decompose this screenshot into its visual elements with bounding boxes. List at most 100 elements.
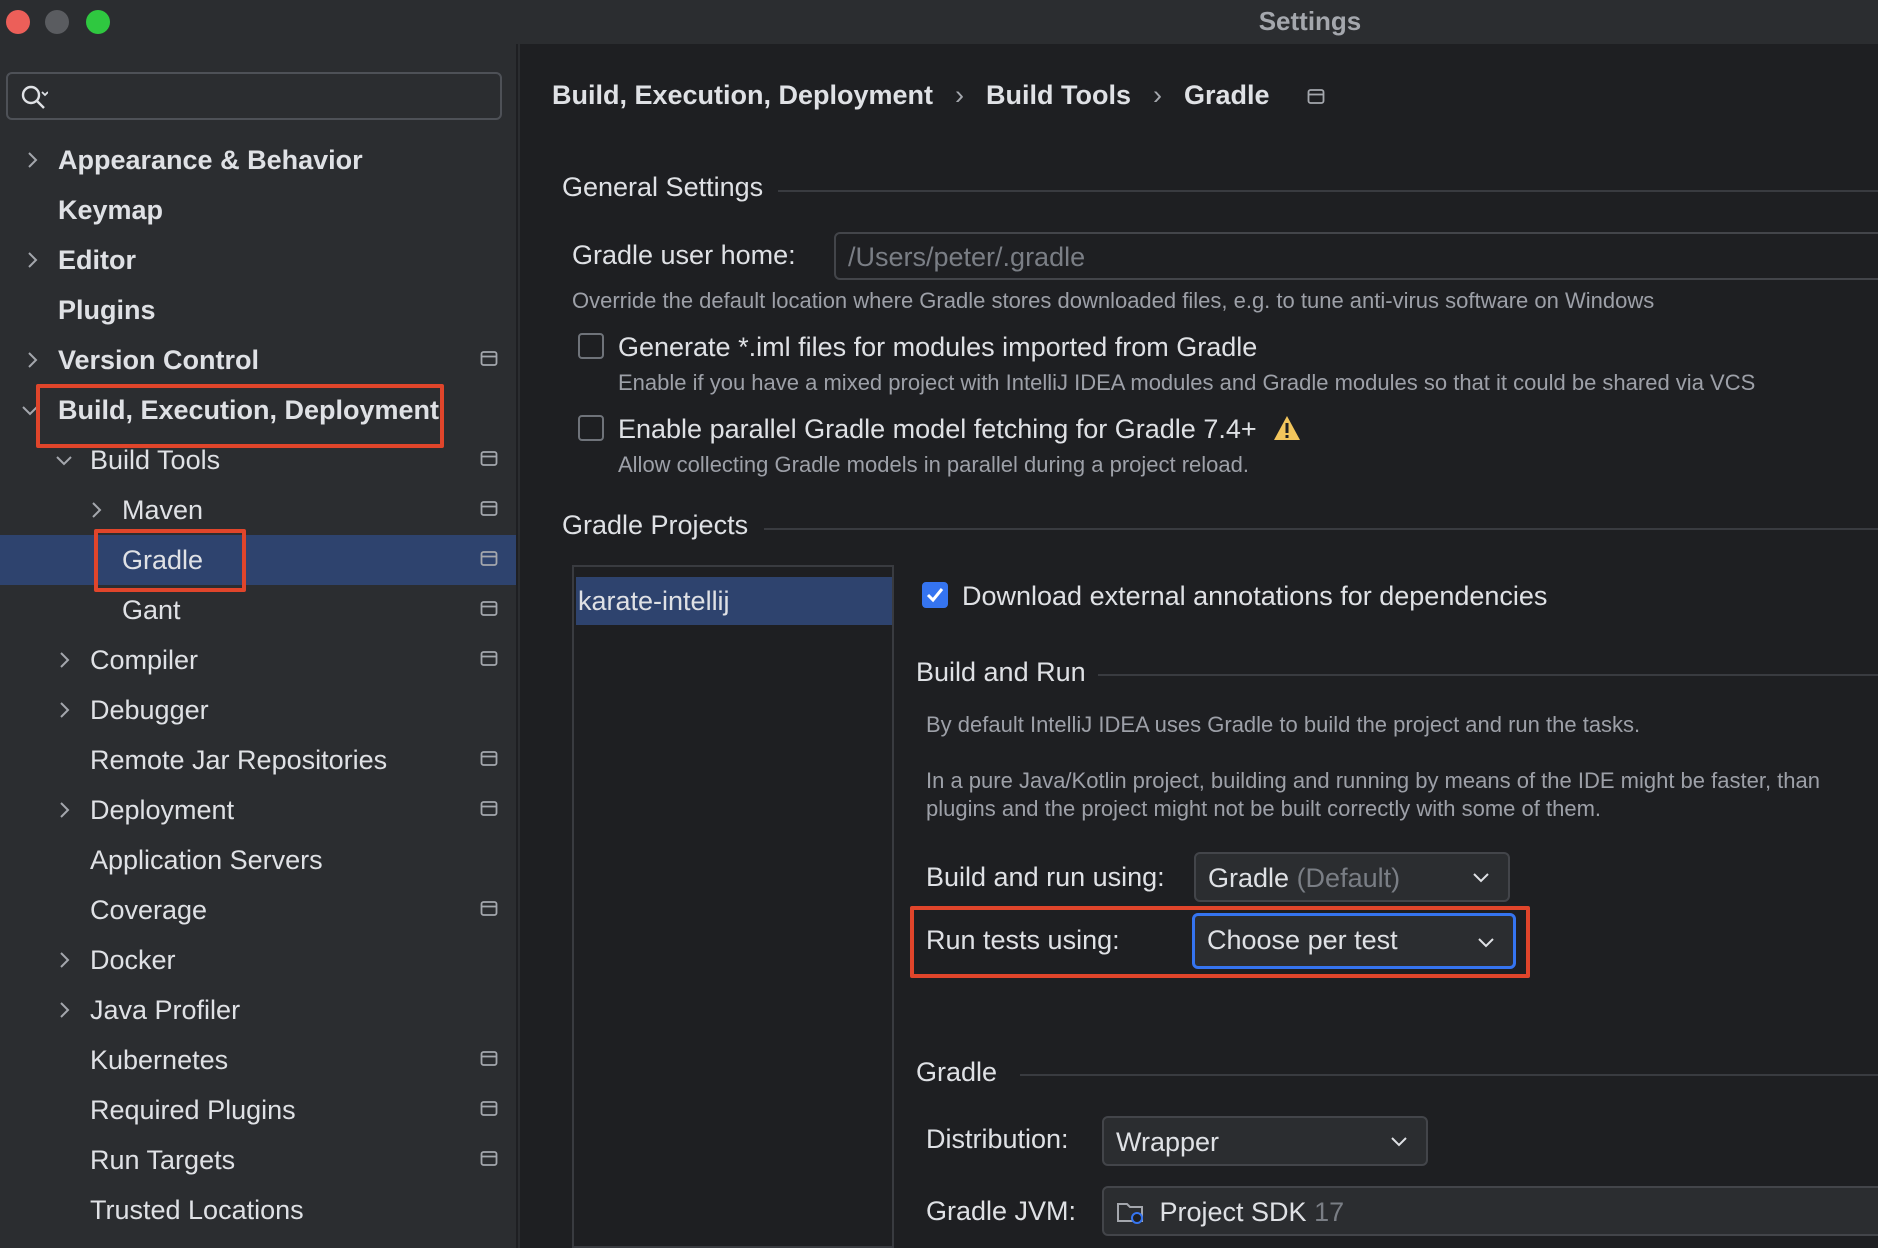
highlight-build-execution-deployment	[36, 384, 444, 448]
sidebar-item-version-control[interactable]: Version Control	[0, 335, 516, 385]
gradle-jvm-label: Gradle JVM:	[926, 1196, 1077, 1226]
sidebar-item-label: Keymap	[58, 195, 164, 225]
chevron-right-icon[interactable]	[22, 250, 42, 270]
project-scope-icon	[480, 501, 498, 516]
sidebar-item-label: Deployment	[90, 795, 235, 825]
sidebar-item-gradle[interactable]: Gradle	[0, 535, 516, 585]
chevron-right-icon[interactable]	[54, 650, 74, 670]
sidebar-item-appearance-behavior[interactable]: Appearance & Behavior	[0, 135, 516, 185]
generate-iml-hint: Enable if you have a mixed project with …	[618, 370, 1756, 395]
sidebar-item-label: Kubernetes	[90, 1045, 229, 1075]
generate-iml-checkbox[interactable]	[578, 333, 604, 359]
sidebar-item-label: Plugins	[58, 295, 156, 325]
project-scope-icon	[480, 751, 498, 766]
project-scope-icon	[480, 651, 498, 666]
build-run-description: By default IntelliJ IDEA uses Gradle to …	[926, 712, 1641, 737]
section-title-gradle-projects: Gradle Projects	[562, 510, 749, 540]
sidebar-item-label: Java Profiler	[90, 995, 241, 1025]
distribution-label: Distribution:	[926, 1124, 1069, 1154]
parallel-fetching-label[interactable]: Enable parallel Gradle model fetching fo…	[618, 414, 1302, 445]
breadcrumb-separator: ›	[1153, 80, 1163, 110]
build-run-description-line2: plugins and the project might not be bui…	[926, 796, 1602, 821]
sidebar-item-maven[interactable]: Maven	[0, 485, 516, 535]
sidebar-item-label: Appearance & Behavior	[58, 145, 363, 175]
download-annotations-checkbox[interactable]	[922, 582, 948, 608]
section-divider	[1020, 1074, 1878, 1076]
sdk-folder-icon	[1117, 1203, 1143, 1224]
gradle-user-home-hint: Override the default location where Grad…	[572, 288, 1655, 313]
zoom-window-button[interactable]	[86, 10, 110, 34]
sidebar-item-plugins[interactable]: Plugins	[0, 285, 516, 335]
sidebar-item-java-profiler[interactable]: Java Profiler	[0, 985, 516, 1035]
chevron-right-icon[interactable]	[22, 350, 42, 370]
search-input[interactable]	[6, 72, 502, 120]
sidebar-item-label: Gant	[122, 595, 181, 625]
checkmark-icon	[926, 588, 944, 603]
project-scope-icon	[480, 601, 498, 616]
breadcrumb-item-current: Gradle	[1184, 80, 1270, 110]
download-annotations-label[interactable]: Download external annotations for depend…	[962, 581, 1547, 612]
section-divider	[1098, 674, 1878, 676]
sidebar-item-coverage[interactable]: Coverage	[0, 885, 516, 935]
project-scope-icon	[480, 1101, 498, 1116]
sidebar-item-kubernetes[interactable]: Kubernetes	[0, 1035, 516, 1085]
sidebar-item-label: Application Servers	[90, 845, 323, 875]
parallel-fetching-checkbox[interactable]	[578, 415, 604, 441]
build-run-using-dropdown[interactable]: Gradle (Default)	[1194, 852, 1510, 902]
sidebar-item-label: Docker	[90, 945, 176, 975]
generate-iml-label[interactable]: Generate *.iml files for modules importe…	[618, 332, 1257, 363]
chevron-right-icon[interactable]	[86, 500, 106, 520]
sidebar-item-label: Editor	[58, 245, 136, 275]
chevron-right-icon[interactable]	[54, 800, 74, 820]
settings-sidebar: Appearance & Behavior Keymap Editor Plug…	[0, 44, 518, 1248]
sidebar-item-run-targets[interactable]: Run Targets	[0, 1135, 516, 1185]
section-title-general: General Settings	[562, 172, 764, 202]
search-icon	[21, 85, 48, 109]
gradle-user-home-input[interactable]: /Users/peter/.gradle	[834, 232, 1878, 280]
breadcrumb-item[interactable]: Build Tools	[986, 80, 1131, 110]
project-scope-icon	[480, 1151, 498, 1166]
highlight-gradle	[94, 529, 246, 592]
sidebar-item-keymap[interactable]: Keymap	[0, 185, 516, 235]
project-scope-icon	[480, 451, 498, 466]
section-divider	[764, 528, 1878, 530]
chevron-right-icon[interactable]	[54, 950, 74, 970]
sidebar-item-compiler[interactable]: Compiler	[0, 635, 516, 685]
project-scope-icon	[480, 901, 498, 916]
sidebar-item-required-plugins[interactable]: Required Plugins	[0, 1085, 516, 1135]
sidebar-item-editor[interactable]: Editor	[0, 235, 516, 285]
parallel-fetching-hint: Allow collecting Gradle models in parall…	[618, 452, 1249, 477]
sidebar-item-gant[interactable]: Gant	[0, 585, 516, 635]
sidebar-item-label: Required Plugins	[90, 1095, 296, 1125]
sidebar-item-label: Version Control	[58, 345, 260, 375]
sidebar-item-label: Run Targets	[90, 1145, 236, 1175]
close-window-button[interactable]	[6, 10, 30, 34]
sidebar-item-deployment[interactable]: Deployment	[0, 785, 516, 835]
sidebar-item-docker[interactable]: Docker	[0, 935, 516, 985]
section-title-gradle: Gradle	[916, 1057, 998, 1087]
sidebar-item-label: Maven	[122, 495, 204, 525]
project-scope-icon	[480, 1051, 498, 1066]
breadcrumb-item[interactable]: Build, Execution, Deployment	[552, 80, 933, 110]
sidebar-item-application-servers[interactable]: Application Servers	[0, 835, 516, 885]
sidebar-item-trusted-locations[interactable]: Trusted Locations	[0, 1185, 516, 1235]
sidebar-item-debugger[interactable]: Debugger	[0, 685, 516, 735]
sidebar-item-remote-jar-repositories[interactable]: Remote Jar Repositories	[0, 735, 516, 785]
chevron-right-icon[interactable]	[54, 1000, 74, 1020]
window-title: Settings	[1258, 6, 1362, 36]
project-scope-icon	[480, 551, 498, 566]
distribution-dropdown[interactable]: Wrapper	[1102, 1116, 1428, 1166]
chevron-right-icon[interactable]	[54, 700, 74, 720]
minimize-window-button[interactable]	[45, 10, 69, 34]
title-bar: Settings	[0, 0, 1878, 44]
sidebar-item-label: Compiler	[90, 645, 199, 675]
breadcrumb: Build, Execution, Deployment › Build Tools…	[552, 80, 1325, 111]
list-item[interactable]: karate-intellij	[576, 577, 892, 625]
build-run-description-line1: In a pure Java/Kotlin project, building …	[926, 768, 1820, 793]
chevron-down-icon[interactable]	[54, 450, 74, 470]
gradle-jvm-dropdown[interactable]: Project SDK 17	[1102, 1186, 1878, 1236]
highlight-run-tests-using	[910, 906, 1530, 978]
section-title-build-and-run: Build and Run	[916, 657, 1086, 687]
sidebar-item-label: Coverage	[90, 895, 208, 925]
chevron-right-icon[interactable]	[22, 150, 42, 170]
